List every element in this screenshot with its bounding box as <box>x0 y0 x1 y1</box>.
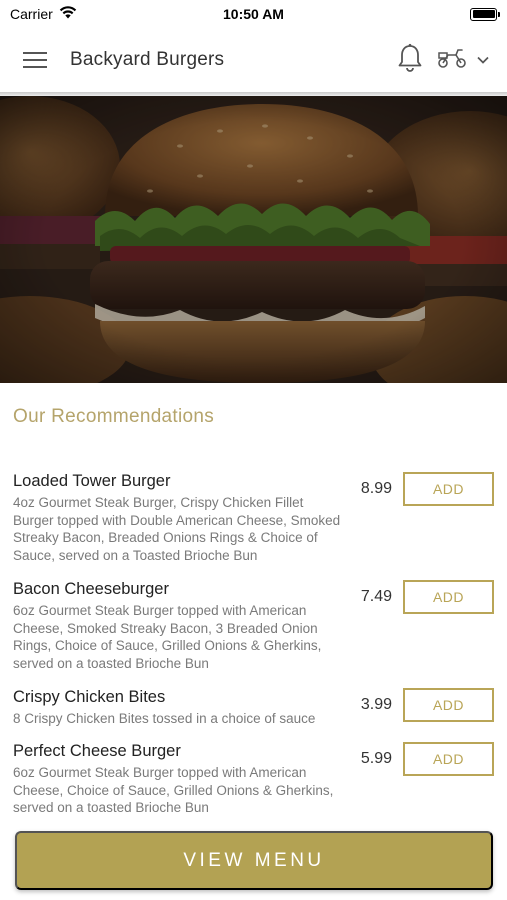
wifi-icon <box>59 6 77 22</box>
add-button[interactable]: ADD <box>403 472 494 506</box>
hamburger-menu-icon[interactable] <box>0 28 70 92</box>
item-name: Bacon Cheeseburger <box>13 580 169 598</box>
add-button[interactable]: ADD <box>403 580 494 614</box>
item-name: Crispy Chicken Bites <box>13 688 166 706</box>
item-price: 3.99 <box>360 696 392 713</box>
item-price: 7.49 <box>360 588 392 605</box>
add-button[interactable]: ADD <box>403 688 494 722</box>
menu-item-loaded-tower-burger: Loaded Tower Burger 4oz Gourmet Steak Bu… <box>0 472 507 568</box>
status-bar: Carrier 10:50 AM <box>0 0 507 28</box>
item-price: 5.99 <box>360 750 392 767</box>
app-header: Backyard Burgers <box>0 28 507 92</box>
battery-level <box>472 10 495 18</box>
view-menu-button[interactable]: VIEW MENU <box>15 831 493 890</box>
bell-icon[interactable] <box>397 43 423 78</box>
item-name: Loaded Tower Burger <box>13 472 171 490</box>
delivery-selector[interactable] <box>437 47 489 74</box>
item-price: 8.99 <box>360 480 392 497</box>
menu-item-perfect-cheese-burger: Perfect Cheese Burger 6oz Gourmet Steak … <box>0 742 507 818</box>
status-left: Carrier <box>10 6 77 22</box>
burger-illustration <box>0 96 507 383</box>
app-title: Backyard Burgers <box>70 49 225 70</box>
item-description: 4oz Gourmet Steak Burger, Crispy Chicken… <box>13 495 341 564</box>
scooter-icon <box>437 47 467 74</box>
item-name: Perfect Cheese Burger <box>13 742 181 760</box>
hero-burger-image <box>0 96 507 383</box>
menu-item-bacon-cheeseburger: Bacon Cheeseburger 6oz Gourmet Steak Bur… <box>0 580 507 676</box>
battery-icon <box>470 7 500 21</box>
chevron-down-icon <box>477 51 489 69</box>
menu-item-crispy-chicken-bites: Crispy Chicken Bites 8 Crispy Chicken Bi… <box>0 688 507 728</box>
recommendations-title: Our Recommendations <box>13 406 215 427</box>
add-button[interactable]: ADD <box>403 742 494 776</box>
item-description: 8 Crispy Chicken Bites tossed in a choic… <box>13 711 316 726</box>
carrier-label: Carrier <box>10 6 53 22</box>
item-description: 6oz Gourmet Steak Burger topped with Ame… <box>13 765 334 816</box>
header-actions <box>397 43 507 78</box>
item-description: 6oz Gourmet Steak Burger topped with Ame… <box>13 603 322 672</box>
